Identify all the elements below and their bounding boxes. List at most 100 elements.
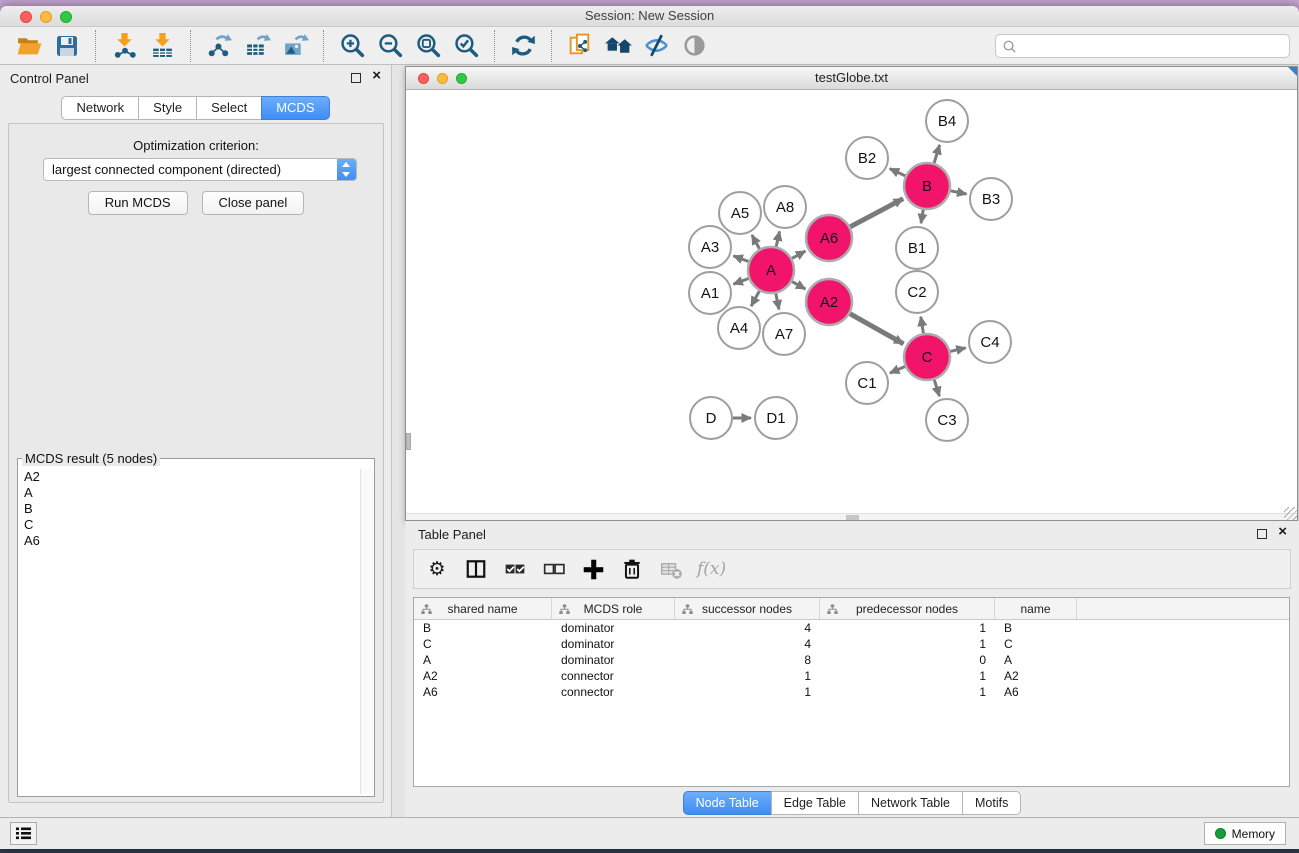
table-row[interactable]: A2connector11A2 xyxy=(414,668,1289,684)
show-graphics-icon[interactable] xyxy=(678,31,710,61)
zoom-network-icon[interactable] xyxy=(456,73,467,84)
table-row[interactable]: Adominator80A xyxy=(414,652,1289,668)
tab-motifs[interactable]: Motifs xyxy=(962,791,1021,815)
table-cell[interactable]: C xyxy=(414,637,552,651)
column-header-successor-nodes[interactable]: successor nodes xyxy=(675,598,820,619)
select-all-icon[interactable] xyxy=(502,556,528,582)
graph-edge-A-A5[interactable] xyxy=(752,235,760,249)
import-table-icon[interactable] xyxy=(146,31,178,61)
minimize-network-icon[interactable] xyxy=(437,73,448,84)
column-header-predecessor-nodes[interactable]: predecessor nodes xyxy=(820,598,995,619)
column-header-name[interactable]: name xyxy=(995,598,1077,619)
network-hscroll[interactable] xyxy=(406,513,1297,520)
open-folder-icon[interactable] xyxy=(13,31,45,61)
save-icon[interactable] xyxy=(51,31,83,61)
resize-grip-icon[interactable] xyxy=(1284,507,1297,520)
mcds-result-item[interactable]: C xyxy=(20,517,358,533)
table-cell[interactable]: C xyxy=(995,637,1077,651)
hide-graphics-icon[interactable] xyxy=(640,31,672,61)
tab-style[interactable]: Style xyxy=(138,96,197,120)
task-history-button[interactable] xyxy=(10,822,37,845)
export-network-icon[interactable] xyxy=(203,31,235,61)
mcds-result-list[interactable]: A2ABCA6 xyxy=(20,469,358,794)
app-titlebar[interactable]: Session: New Session xyxy=(0,6,1299,27)
mcds-result-item[interactable]: B xyxy=(20,501,358,517)
clone-network-icon[interactable] xyxy=(564,31,596,61)
table-cell[interactable]: 1 xyxy=(820,685,995,699)
zoom-in-icon[interactable] xyxy=(336,31,368,61)
close-network-icon[interactable] xyxy=(418,73,429,84)
home-pair-icon[interactable] xyxy=(602,31,634,61)
graph-edge-A-A6[interactable] xyxy=(792,251,805,258)
tab-mcds[interactable]: MCDS xyxy=(261,96,329,120)
mcds-result-item[interactable]: A xyxy=(20,485,358,501)
tab-select[interactable]: Select xyxy=(196,96,262,120)
table-cell[interactable]: connector xyxy=(552,685,675,699)
table-row[interactable]: Bdominator41B xyxy=(414,620,1289,636)
graph-edge-C-C4[interactable] xyxy=(950,348,965,352)
delete-row-icon[interactable] xyxy=(619,556,645,582)
table-cell[interactable]: A6 xyxy=(414,685,552,699)
table-cell[interactable]: A6 xyxy=(995,685,1077,699)
graph-edge-B-B4[interactable] xyxy=(934,145,940,163)
table-cell[interactable]: 1 xyxy=(820,621,995,635)
table-cell[interactable]: 0 xyxy=(820,653,995,667)
insert-column-icon[interactable] xyxy=(463,556,489,582)
table-cell[interactable]: B xyxy=(995,621,1077,635)
graph-edge-A-A2[interactable] xyxy=(792,282,805,289)
graph-edge-A-A7[interactable] xyxy=(776,294,779,310)
graph-edge-B-B3[interactable] xyxy=(951,191,967,194)
table-cell[interactable]: A2 xyxy=(995,669,1077,683)
table-cell[interactable]: 1 xyxy=(820,637,995,651)
run-mcds-button[interactable]: Run MCDS xyxy=(88,191,188,215)
table-cell[interactable]: dominator xyxy=(552,637,675,651)
table-row[interactable]: Cdominator41C xyxy=(414,636,1289,652)
refresh-layout-icon[interactable] xyxy=(507,31,539,61)
import-network-icon[interactable] xyxy=(108,31,140,61)
table-cell[interactable]: dominator xyxy=(552,621,675,635)
float-panel-icon[interactable] xyxy=(351,73,361,83)
table-cell[interactable]: dominator xyxy=(552,653,675,667)
network-hscroll-thumb[interactable] xyxy=(846,515,859,520)
table-cell[interactable]: 1 xyxy=(820,669,995,683)
table-cell[interactable]: B xyxy=(414,621,552,635)
close-window-icon[interactable] xyxy=(20,11,32,23)
network-window-titlebar[interactable]: testGlobe.txt xyxy=(406,67,1297,90)
mcds-result-item[interactable]: A6 xyxy=(20,533,358,549)
criterion-dropdown[interactable]: largest connected component (directed) xyxy=(43,158,357,181)
network-canvas[interactable]: B4B2BB3A8A5A6A3B1AC2A1A2A4A7C4CC1C3DD1 xyxy=(406,90,1297,520)
network-vscroll-thumb[interactable] xyxy=(406,433,411,450)
network-graph[interactable]: B4B2BB3A8A5A6A3B1AC2A1A2A4A7C4CC1C3DD1 xyxy=(406,90,1297,514)
graph-edge-A-A4[interactable] xyxy=(751,291,759,306)
graph-edge-B-B1[interactable] xyxy=(921,210,923,224)
result-scrollbar[interactable] xyxy=(360,469,373,794)
minimize-window-icon[interactable] xyxy=(40,11,52,23)
tab-edge-table[interactable]: Edge Table xyxy=(771,791,859,815)
float-table-panel-icon[interactable] xyxy=(1257,529,1267,539)
graph-edge-A2-C[interactable] xyxy=(850,314,904,344)
zoom-window-icon[interactable] xyxy=(60,11,72,23)
table-cell[interactable]: A2 xyxy=(414,669,552,683)
table-cell[interactable]: 4 xyxy=(675,637,820,651)
table-cell[interactable]: 4 xyxy=(675,621,820,635)
graph-edge-C-C2[interactable] xyxy=(921,317,924,334)
add-row-icon[interactable] xyxy=(580,556,606,582)
tab-node-table[interactable]: Node Table xyxy=(683,791,772,815)
graph-edge-A-A1[interactable] xyxy=(733,279,748,285)
close-panel-icon[interactable]: × xyxy=(372,68,381,84)
table-cell[interactable]: 1 xyxy=(675,669,820,683)
export-image-icon[interactable] xyxy=(279,31,311,61)
search-field[interactable] xyxy=(995,34,1290,58)
deselect-all-icon[interactable] xyxy=(541,556,567,582)
table-cell[interactable]: A xyxy=(414,653,552,667)
tab-network[interactable]: Network xyxy=(61,96,139,120)
zoom-selected-icon[interactable] xyxy=(450,31,482,61)
close-table-panel-icon[interactable]: × xyxy=(1278,524,1287,540)
table-cell[interactable]: connector xyxy=(552,669,675,683)
graph-edge-A-A3[interactable] xyxy=(733,256,748,262)
memory-button[interactable]: Memory xyxy=(1204,822,1286,845)
tab-network-table[interactable]: Network Table xyxy=(858,791,963,815)
function-builder-icon[interactable]: f(x) xyxy=(697,559,726,579)
graph-edge-B-B2[interactable] xyxy=(890,169,906,176)
mcds-result-item[interactable]: A2 xyxy=(20,469,358,485)
